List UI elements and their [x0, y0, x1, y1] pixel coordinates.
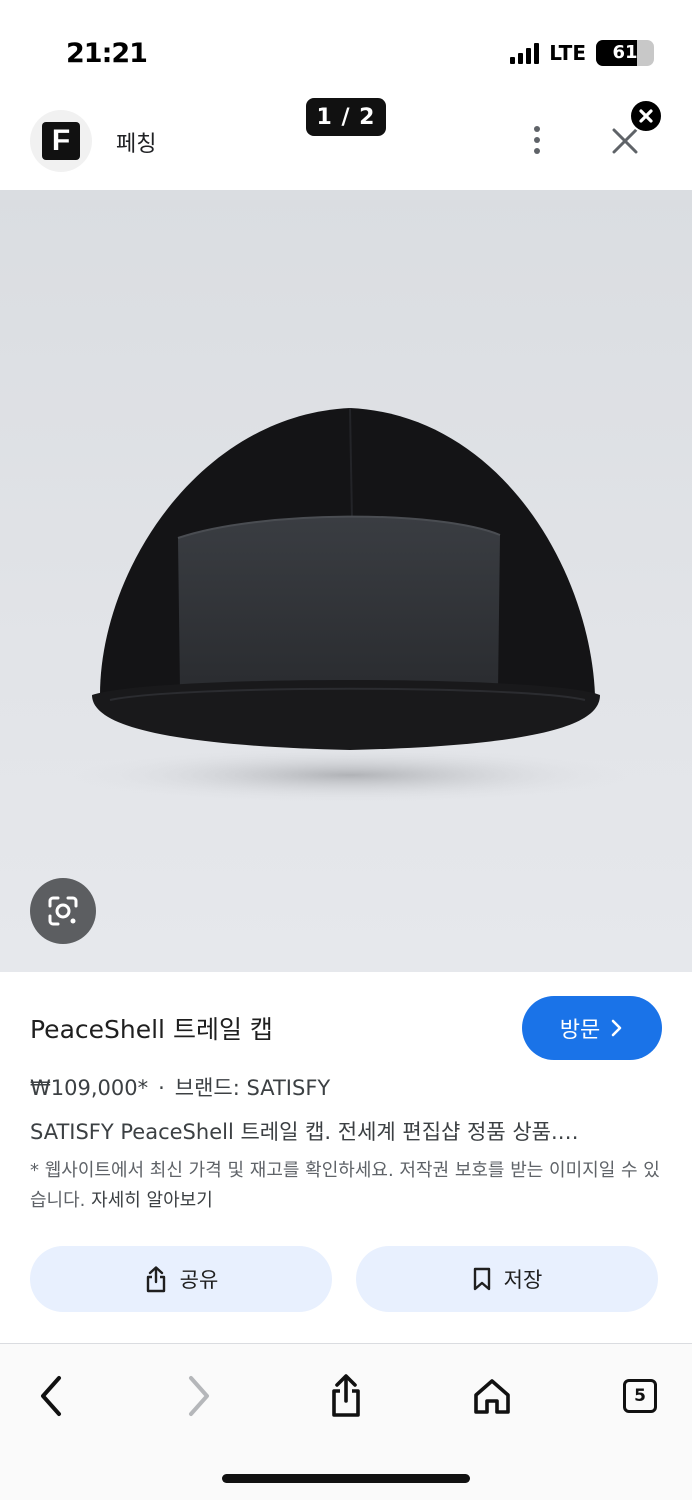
site-logo[interactable]: F — [30, 110, 92, 172]
chevron-left-icon — [41, 1376, 61, 1416]
site-logo-letter: F — [42, 122, 80, 160]
share-label: 공유 — [179, 1268, 219, 1292]
save-label: 저장 — [503, 1268, 543, 1292]
chevron-right-icon — [611, 1019, 622, 1037]
home-button[interactable] — [468, 1372, 516, 1420]
status-bar: 21:21 LTE 61 — [0, 0, 692, 90]
lens-icon — [48, 896, 78, 926]
home-indicator — [222, 1474, 470, 1483]
bookmark-icon — [473, 1267, 490, 1291]
status-time: 21:21 — [66, 38, 148, 69]
battery-level: 61 — [612, 42, 638, 63]
price-brand-row: ₩109,000* · 브랜드: SATISFY — [30, 1072, 330, 1102]
share-page-button[interactable] — [322, 1372, 370, 1420]
battery-icon: 61 — [596, 40, 654, 66]
image-counter: 1 / 2 — [306, 98, 386, 136]
learn-more-link[interactable]: 자세히 알아보기 — [91, 1190, 213, 1211]
google-lens-button[interactable] — [30, 878, 96, 944]
network-type: LTE — [549, 41, 586, 65]
signal-icon — [510, 42, 540, 64]
tab-count: 5 — [623, 1379, 657, 1413]
status-indicators: LTE 61 — [510, 40, 654, 66]
price: ₩109,000* — [30, 1076, 149, 1100]
forward-button[interactable] — [174, 1372, 222, 1420]
disclaimer-note: * 웹사이트에서 최신 가격 및 재고를 확인하세요. 저작권 보호를 받는 이… — [30, 1156, 670, 1216]
more-options-button[interactable] — [520, 120, 554, 160]
tabs-button[interactable]: 5 — [616, 1372, 664, 1420]
result-header: F 페칭 1 / 2 — [0, 90, 692, 190]
product-image[interactable] — [0, 190, 692, 972]
share-icon — [146, 1266, 165, 1293]
share-icon — [332, 1374, 360, 1417]
share-button[interactable]: 공유 — [30, 1246, 332, 1312]
save-button[interactable]: 저장 — [356, 1246, 658, 1312]
chevron-right-icon — [189, 1376, 209, 1416]
site-name[interactable]: 페칭 — [116, 126, 156, 158]
dismiss-overlay-button[interactable] — [629, 99, 663, 133]
cap-image — [70, 407, 630, 803]
visit-button[interactable]: 방문 — [522, 996, 662, 1060]
product-description: SATISFY PeaceShell 트레일 캡. 전세계 편집샵 정품 상품.… — [30, 1120, 579, 1144]
visit-label: 방문 — [559, 1018, 601, 1043]
home-icon — [474, 1379, 510, 1414]
product-title[interactable]: PeaceShell 트레일 캡 — [30, 1010, 273, 1046]
brand: 브랜드: SATISFY — [174, 1076, 331, 1100]
back-button[interactable] — [28, 1372, 76, 1420]
separator: · — [158, 1076, 165, 1100]
close-icon — [639, 109, 653, 123]
